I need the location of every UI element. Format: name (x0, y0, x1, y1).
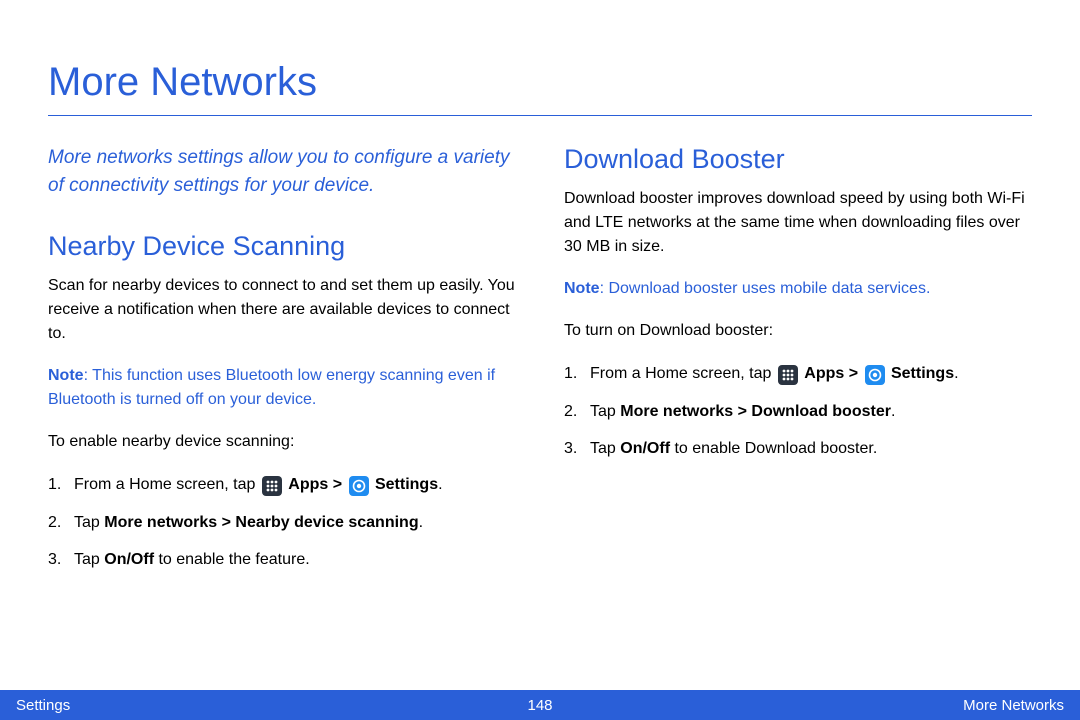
step1-suffix: . (438, 476, 442, 493)
step3-suffix: to enable Download booster. (670, 440, 877, 457)
nearby-scanning-body: Scan for nearby devices to connect to an… (48, 274, 516, 346)
note-label: Note (564, 280, 600, 297)
step3-bold: On/Off (620, 440, 670, 457)
nearby-scanning-heading: Nearby Device Scanning (48, 231, 516, 262)
nearby-scanning-note: Note: This function uses Bluetooth low e… (48, 364, 516, 412)
footer-right: More Networks (963, 697, 1064, 714)
step1-apps: Apps (804, 365, 844, 382)
step1-apps: Apps (288, 476, 328, 493)
settings-icon (349, 476, 369, 496)
step2-bold: More networks > Nearby device scanning (104, 514, 418, 531)
step-1: From a Home screen, tap Apps > Settings. (564, 361, 1032, 387)
step2-suffix: . (419, 514, 423, 531)
step3-prefix: Tap (590, 440, 620, 457)
step3-suffix: to enable the feature. (154, 551, 310, 568)
step1-suffix: . (954, 365, 958, 382)
step3-bold: On/Off (104, 551, 154, 568)
right-column: Download Booster Download booster improv… (564, 144, 1032, 585)
intro-text: More networks settings allow you to conf… (48, 144, 516, 199)
download-booster-heading: Download Booster (564, 144, 1032, 175)
step1-prefix: From a Home screen, tap (590, 365, 776, 382)
step-1: From a Home screen, tap Apps > Settings. (48, 472, 516, 498)
apps-icon (262, 476, 282, 496)
step1-settings: Settings (375, 476, 438, 493)
step-2: Tap More networks > Nearby device scanni… (48, 510, 516, 536)
step2-prefix: Tap (590, 403, 620, 420)
step2-suffix: . (891, 403, 895, 420)
footer-left: Settings (16, 697, 70, 714)
nearby-scanning-steps: From a Home screen, tap Apps > Settings.… (48, 472, 516, 573)
step1-prefix: From a Home screen, tap (74, 476, 260, 493)
step-2: Tap More networks > Download booster. (564, 399, 1032, 425)
note-body: : Download booster uses mobile data serv… (600, 280, 931, 297)
step2-bold: More networks > Download booster (620, 403, 891, 420)
left-column: More networks settings allow you to conf… (48, 144, 516, 585)
nearby-scanning-lead: To enable nearby device scanning: (48, 430, 516, 454)
download-booster-body: Download booster improves download speed… (564, 187, 1032, 259)
step1-sep: > (328, 476, 346, 493)
download-booster-note: Note: Download booster uses mobile data … (564, 277, 1032, 301)
note-body: : This function uses Bluetooth low energ… (48, 367, 495, 408)
page-footer: Settings 148 More Networks (0, 690, 1080, 720)
download-booster-steps: From a Home screen, tap Apps > Settings.… (564, 361, 1032, 462)
step2-prefix: Tap (74, 514, 104, 531)
step1-sep: > (844, 365, 862, 382)
download-booster-lead: To turn on Download booster: (564, 319, 1032, 343)
settings-icon (865, 365, 885, 385)
step-3: Tap On/Off to enable Download booster. (564, 436, 1032, 462)
note-label: Note (48, 367, 84, 384)
apps-icon (778, 365, 798, 385)
step-3: Tap On/Off to enable the feature. (48, 547, 516, 573)
step3-prefix: Tap (74, 551, 104, 568)
page-title: More Networks (48, 60, 1032, 116)
footer-page-number: 148 (527, 697, 552, 714)
step1-settings: Settings (891, 365, 954, 382)
